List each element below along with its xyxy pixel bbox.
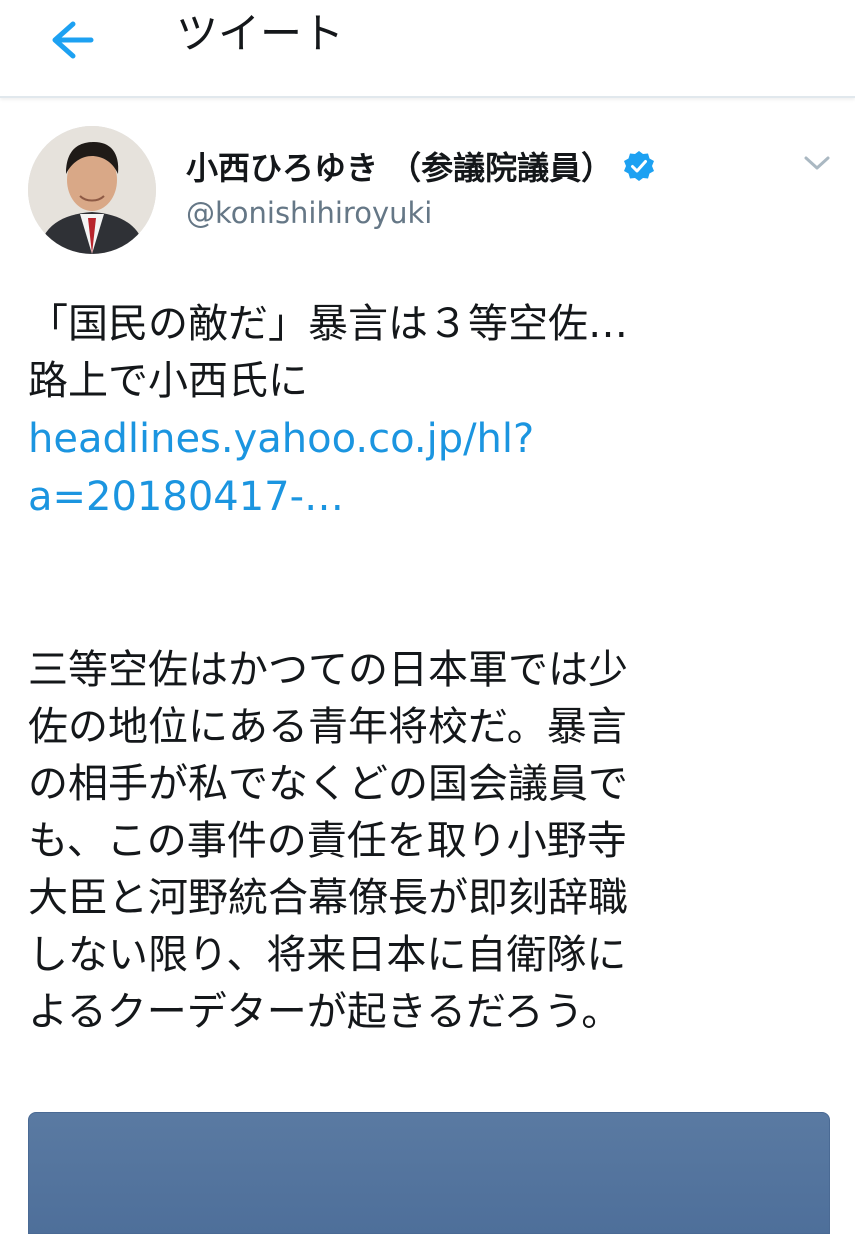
author-name-row[interactable]: 小西ひろゆき （参議院議員） [186,142,655,190]
verified-badge-icon [623,150,655,182]
tweet-text: 「国民の敵だ」暴言は３等空佐… 路上で小西氏に headlines.yahoo.… [28,296,838,1041]
page-title: ツイート [176,9,345,58]
tweet-media-image[interactable] [28,1112,830,1234]
tweet-text-line: 三等空佐はかつての日本軍では少 [28,647,628,693]
back-button[interactable] [40,12,104,68]
tweet-text-line: 大臣と河野統合幕僚長が即刻辞職 [28,875,628,921]
tweet-text-line: よるクーデターが起きるだろう。 [28,989,622,1035]
tweet-menu-button[interactable] [800,150,834,176]
tweet-text-line: 路上で小西氏に [28,358,308,404]
chevron-down-icon [804,156,830,170]
profile-photo [28,126,156,254]
avatar[interactable] [28,126,156,254]
tweet-text-line: も、この事件の責任を取り小野寺 [28,818,627,864]
tweet-text-line: 佐の地位にある青年将校だ。暴言 [28,704,627,750]
line-break [28,526,838,642]
tweet-link[interactable]: a=20180417-… [28,468,838,526]
top-bar: ツイート [0,0,855,98]
tweet-link[interactable]: headlines.yahoo.co.jp/hl? [28,410,838,468]
tweet-text-line: しない限り、将来日本に自衛隊に [28,932,627,978]
author-handle[interactable]: @konishihiroyuki [186,196,432,230]
tweet-text-line: の相手が私でなくどの国会議員で [28,761,628,807]
tweet-text-line: 「国民の敵だ」暴言は３等空佐… [28,301,628,347]
arrow-left-icon [52,21,94,59]
author-display-name[interactable]: 小西ひろゆき （参議院議員） [186,143,613,189]
